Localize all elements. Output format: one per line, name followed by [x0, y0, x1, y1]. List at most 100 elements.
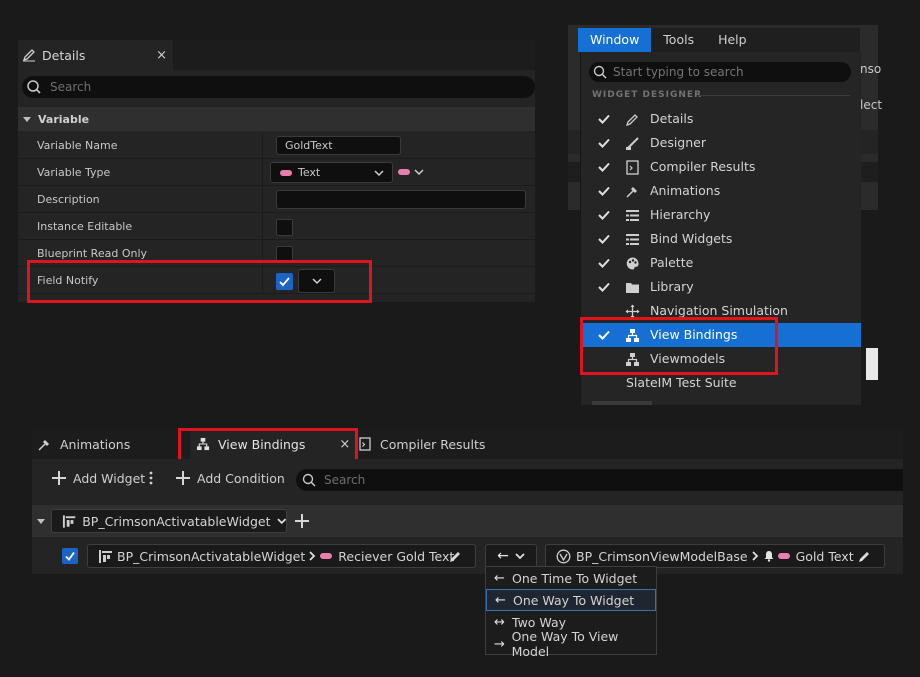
animation-icon — [38, 440, 49, 451]
menu-item-viewmodels[interactable]: Viewmodels — [581, 347, 861, 371]
add-widget-label: Add Widget — [73, 470, 146, 486]
field-notify-checkbox[interactable] — [276, 273, 293, 290]
container-type-select[interactable] — [398, 167, 424, 177]
menu-item-slateim-test-suite[interactable]: SlateIM Test Suite — [581, 371, 861, 395]
bindings-search-input[interactable]: Search — [296, 469, 903, 491]
tab-animations[interactable]: Animations — [38, 429, 130, 459]
instance-editable-checkbox[interactable] — [276, 219, 293, 236]
menu-item-animations[interactable]: Animations — [581, 179, 861, 203]
chevron-down-icon — [374, 168, 384, 178]
move-icon — [625, 304, 640, 319]
kebab-menu-icon — [149, 471, 153, 485]
close-icon[interactable]: × — [339, 437, 350, 452]
pencil-icon — [22, 48, 36, 62]
chevron-down-icon[interactable] — [36, 516, 46, 526]
widget-group-select[interactable]: BP_CrimsonActivatableWidget — [51, 509, 287, 533]
property-label: Description — [37, 193, 100, 206]
property-label: Variable Name — [37, 139, 118, 152]
chevron-right-icon — [751, 551, 758, 561]
property-row-description: Description — [18, 186, 535, 213]
menu-item-label: View Bindings — [650, 327, 738, 342]
details-tab-bar: Details × — [18, 40, 535, 70]
add-condition-label: Add Condition — [197, 470, 285, 486]
property-row-field-notify: Field Notify — [18, 267, 535, 294]
details-tab[interactable]: Details × — [18, 40, 173, 70]
menu-item-label: Hierarchy — [650, 207, 711, 222]
binding-mode-glyph: ← — [497, 548, 509, 564]
pencil-icon — [625, 114, 638, 127]
field-notify-options-button[interactable] — [298, 269, 335, 293]
menu-item-label: Bind Widgets — [650, 231, 733, 246]
chevron-down-icon — [311, 276, 322, 286]
mode-option-one-time-to-widget[interactable]: ← One Time To Widget — [486, 567, 656, 589]
menu-help[interactable]: Help — [706, 28, 759, 52]
menu-item-compiler-results[interactable]: Compiler Results — [581, 155, 861, 179]
variable-category-header[interactable]: Variable — [18, 107, 535, 131]
menu-item-library[interactable]: Library — [581, 275, 861, 299]
close-icon[interactable]: × — [156, 48, 167, 63]
mode-option-one-way-to-view-model[interactable]: → One Way To View Model — [486, 629, 656, 659]
menu-item-hierarchy[interactable]: Hierarchy — [581, 203, 861, 227]
tab-compiler-results[interactable]: Compiler Results — [358, 429, 485, 459]
arrow-left-icon: ← — [494, 570, 505, 586]
mode-option-one-way-to-widget[interactable]: ← One Way To Widget — [486, 589, 656, 611]
add-widget-button[interactable]: Add Widget — [51, 470, 145, 486]
checkmark-icon — [598, 330, 610, 340]
search-placeholder: Search — [324, 473, 366, 487]
tab-view-bindings[interactable]: View Bindings × — [196, 429, 350, 459]
menu-item-view-bindings[interactable]: View Bindings — [581, 323, 861, 347]
bindings-icon — [626, 329, 639, 342]
details-panel: Details × Search Variable Variable Name … — [18, 40, 535, 302]
tab-label: View Bindings — [218, 436, 306, 452]
add-condition-button[interactable]: Add Condition — [175, 470, 285, 486]
checkmark-icon — [598, 282, 610, 292]
property-label: Blueprint Read Only — [37, 247, 148, 260]
widget-icon — [99, 549, 112, 563]
type-pill-icon — [320, 553, 333, 559]
plus-icon — [176, 471, 190, 485]
menu-item-palette[interactable]: Palette — [581, 251, 861, 275]
checkmark-icon — [65, 551, 75, 561]
source-property-picker[interactable]: BP_CrimsonActivatableWidget Reciever Gol… — [87, 544, 476, 568]
plus-icon — [52, 471, 66, 485]
viewmodel-property-picker[interactable]: BP_CrimsonViewModelBase Gold Text — [545, 544, 885, 568]
variable-name-field[interactable]: GoldText — [276, 136, 401, 155]
viewmodel-label: BP_CrimsonViewModelBase — [576, 548, 748, 564]
viewmodel-property-label: Gold Text — [795, 548, 854, 564]
compiler-icon — [359, 437, 371, 451]
checkmark-icon — [598, 210, 610, 220]
menu-tools[interactable]: Tools — [651, 28, 706, 52]
checkmark-icon — [598, 186, 610, 196]
list-icon — [626, 234, 639, 245]
category-label: Variable — [38, 112, 90, 126]
menu-item-navigation-simulation[interactable]: Navigation Simulation — [581, 299, 861, 323]
blueprint-read-only-checkbox[interactable] — [276, 246, 293, 263]
menu-item-label: Navigation Simulation — [650, 303, 788, 318]
menu-window[interactable]: Window — [578, 28, 652, 52]
variable-type-select[interactable]: Text — [270, 162, 393, 183]
menu-item-designer[interactable]: Designer — [581, 131, 861, 155]
menu-item-bind-widgets[interactable]: Bind Widgets — [581, 227, 861, 251]
menu-item-label: Viewmodels — [650, 351, 726, 366]
plus-icon[interactable] — [294, 513, 310, 529]
binding-row: BP_CrimsonActivatableWidget Reciever Gol… — [32, 542, 903, 572]
chevron-down-icon — [22, 114, 32, 124]
menu-item-details[interactable]: Details — [581, 107, 861, 131]
arrow-right-icon: → — [494, 636, 505, 652]
window-menu-dropdown: Start typing to search WIDGET DESIGNER D… — [580, 52, 861, 405]
description-field[interactable] — [276, 190, 526, 209]
details-search-input[interactable]: Search — [22, 76, 535, 98]
binding-mode-select[interactable]: ← — [485, 544, 537, 568]
widget-icon — [62, 514, 76, 528]
section-divider — [698, 95, 850, 96]
menu-search-input[interactable]: Start typing to search — [589, 62, 851, 82]
checkmark-icon — [598, 162, 610, 172]
chevron-right-icon — [309, 551, 316, 561]
binding-enabled-checkbox[interactable] — [62, 548, 78, 564]
background-text: nso — [860, 62, 882, 76]
menu-item-label: Palette — [650, 255, 694, 270]
more-options-button[interactable] — [148, 470, 154, 486]
background-element — [866, 348, 878, 380]
type-pill-icon — [398, 169, 410, 175]
search-placeholder: Search — [50, 80, 92, 94]
